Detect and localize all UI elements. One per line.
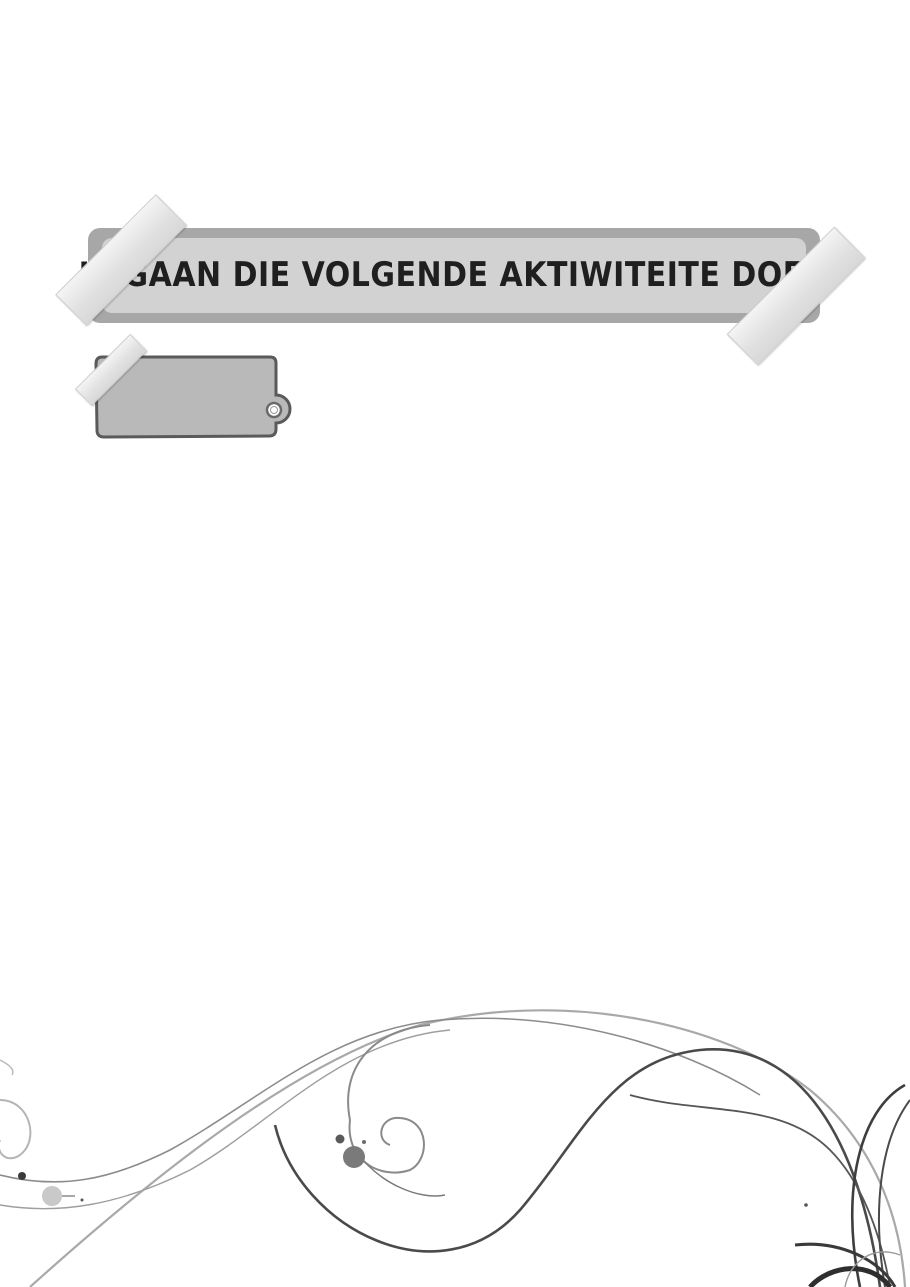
floral-swirl-decoration	[0, 1009, 910, 1287]
banner-title: JY GAAN DIE VOLGENDE AKTIWITEITE DOEN	[78, 255, 830, 296]
activities-banner: JY GAAN DIE VOLGENDE AKTIWITEITE DOEN	[79, 228, 829, 323]
worksheet-page: JY GAAN DIE VOLGENDE AKTIWITEITE DOEN	[0, 0, 910, 1287]
banner-inner-panel: JY GAAN DIE VOLGENDE AKTIWITEITE DOEN	[79, 238, 829, 313]
